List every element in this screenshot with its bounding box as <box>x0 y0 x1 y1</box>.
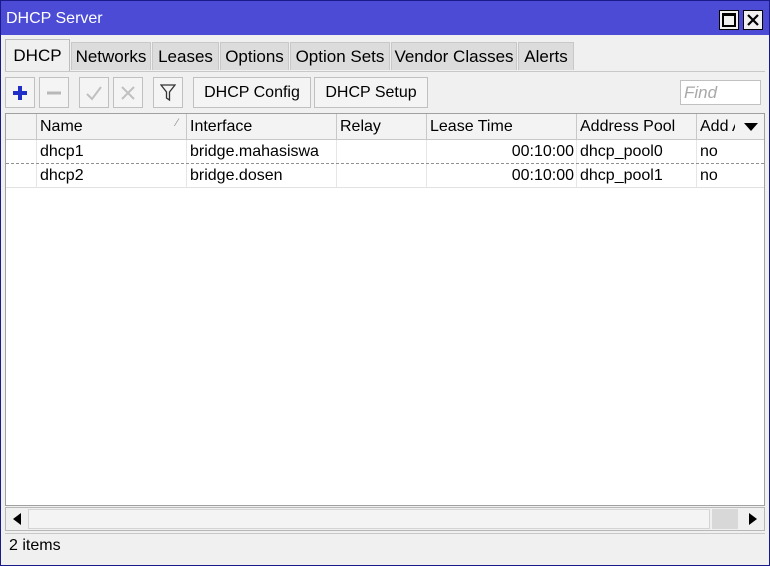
cell-lease-time: 00:10:00 <box>427 140 577 163</box>
cross-icon <box>121 85 135 100</box>
close-button[interactable] <box>743 10 763 30</box>
status-bar: 2 items <box>5 533 765 561</box>
cell-add-arp: no <box>700 143 718 160</box>
column-header-name[interactable]: Name ⁄ <box>37 114 187 139</box>
cell-interface: bridge.mahasiswa <box>187 140 337 163</box>
cell-address-pool: dhcp_pool0 <box>577 140 697 163</box>
column-header-add-arp[interactable]: Add A <box>697 114 735 139</box>
scrollbar-thumb[interactable] <box>712 509 738 529</box>
filter-icon <box>160 83 176 101</box>
maximize-icon <box>722 13 736 27</box>
column-header-address-pool[interactable]: Address Pool <box>577 114 697 139</box>
dhcp-setup-button[interactable]: DHCP Setup <box>314 77 428 108</box>
dropdown-arrow-icon <box>743 122 758 131</box>
cell-name: dhcp1 <box>37 140 187 163</box>
dhcp-server-window: DHCP Server DHCP Networks Leases Options… <box>0 0 770 566</box>
tab-vendor-classes[interactable]: Vendor Classes <box>391 42 517 70</box>
remove-button[interactable] <box>39 77 69 108</box>
window-title: DHCP Server <box>6 10 103 27</box>
column-header-lease-time[interactable]: Lease Time <box>427 114 577 139</box>
tab-divider <box>5 71 765 72</box>
column-header-interface[interactable]: Interface <box>187 114 337 139</box>
tab-option-sets[interactable]: Option Sets <box>290 42 390 70</box>
check-icon <box>86 85 102 101</box>
tab-leases[interactable]: Leases <box>152 42 219 70</box>
filter-button[interactable] <box>153 77 183 108</box>
cell-name: dhcp2 <box>37 164 187 187</box>
tab-networks[interactable]: Networks <box>71 42 151 70</box>
minus-icon <box>47 91 61 94</box>
arrow-left-icon <box>13 513 21 525</box>
row-marker <box>6 140 37 163</box>
maximize-button[interactable] <box>719 10 739 30</box>
enable-button[interactable] <box>79 77 109 108</box>
column-header-relay[interactable]: Relay <box>337 114 427 139</box>
column-menu-button[interactable] <box>737 114 764 139</box>
scroll-left-button[interactable] <box>6 508 28 530</box>
dhcp-server-table: Name ⁄ Interface Relay Lease Time Addres… <box>5 113 765 506</box>
table-row[interactable]: dhcp2 bridge.dosen 00:10:00 dhcp_pool1 n… <box>6 164 764 188</box>
row-marker-header <box>6 114 37 139</box>
cell-add-arp: no <box>700 167 718 184</box>
item-count: 2 items <box>9 537 61 554</box>
tab-options[interactable]: Options <box>220 42 289 70</box>
title-bar[interactable]: DHCP Server <box>1 1 769 35</box>
find-input[interactable]: Find <box>680 80 761 105</box>
cell-relay <box>337 164 427 187</box>
arrow-right-icon <box>749 513 757 525</box>
cell-relay <box>337 140 427 163</box>
tab-alerts[interactable]: Alerts <box>518 42 574 70</box>
tab-dhcp[interactable]: DHCP <box>5 39 70 71</box>
plus-icon <box>13 85 27 100</box>
add-button[interactable] <box>5 77 35 108</box>
row-marker <box>6 164 37 187</box>
dhcp-config-button[interactable]: DHCP Config <box>193 77 311 108</box>
disable-button[interactable] <box>113 77 143 108</box>
table-row[interactable]: dhcp1 bridge.mahasiswa 00:10:00 dhcp_poo… <box>6 140 764 164</box>
horizontal-scrollbar[interactable] <box>5 507 765 531</box>
scrollbar-track[interactable] <box>28 509 710 529</box>
cell-interface: bridge.dosen <box>187 164 337 187</box>
scroll-right-button[interactable] <box>742 508 764 530</box>
cell-address-pool: dhcp_pool1 <box>577 164 697 187</box>
sort-indicator-icon: ⁄ <box>176 117 178 129</box>
cell-lease-time: 00:10:00 <box>427 164 577 187</box>
table-header: Name ⁄ Interface Relay Lease Time Addres… <box>6 114 764 140</box>
close-icon <box>747 14 759 26</box>
